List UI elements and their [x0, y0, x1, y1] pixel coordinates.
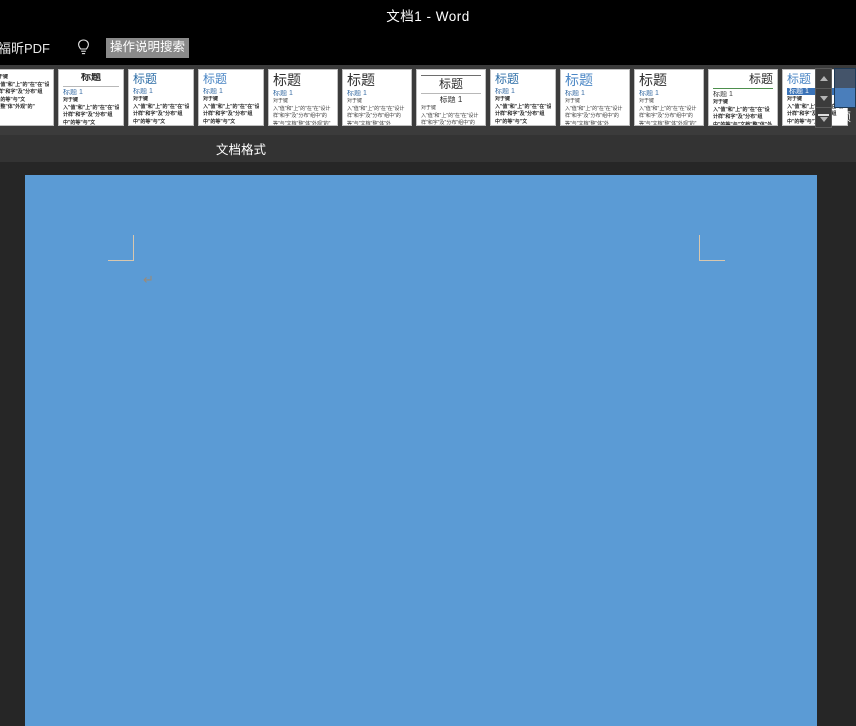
- chevron-up-icon: [819, 75, 828, 81]
- style-thumbnail-heading1: 标题 1: [495, 87, 515, 95]
- theme-colors-button[interactable]: 颜: [834, 68, 856, 124]
- ribbon-group-bar: 文档格式: [0, 135, 856, 162]
- style-thumbnail-heading1: 标题 1: [63, 88, 83, 96]
- margin-mark-top-right: [699, 235, 725, 261]
- chevron-down-icon: [819, 95, 828, 101]
- style-thumbnail-body: 对于键入"值"和"上"的"在"在"设计样"和字"及"分布"组中"的等"与"文档"…: [347, 98, 405, 126]
- style-thumbnail[interactable]: 标题 标题 1 对于键入"值"和"上"的"在"在"设计样"和字"及"分布"组中"…: [416, 69, 486, 126]
- style-thumbnail-body: 对于键入"值"和"上"的"在"在"设计样"和字"及"分布"组中"的等"与"文档"…: [63, 97, 119, 126]
- style-thumbnail[interactable]: 标题 标题 1 对于键入"值"和"上"的"在"在"设计样"和字"及"分布"组中"…: [708, 69, 778, 126]
- window-title: 文档1 - Word: [386, 9, 470, 24]
- paragraph-mark: ↵: [143, 273, 154, 288]
- style-thumbnail-heading1: 标题 1: [133, 87, 153, 95]
- style-thumbnail-body: 对于键入"值"和"上"的"在"在"设计样"和字"及"分布"组中"的等"与"文档"…: [495, 96, 551, 125]
- style-thumbnail-heading1: 标题 1: [639, 89, 659, 97]
- style-thumbnail-title: 标题: [438, 78, 463, 91]
- style-thumbnail-title: 标题: [639, 73, 667, 88]
- tab-foxit-pdf[interactable]: 福昕PDF: [0, 38, 50, 57]
- margin-mark-top-left: [108, 235, 134, 261]
- lightbulb-icon: [74, 37, 92, 59]
- style-thumbnail[interactable]: 标题 标题 1 对于键入"值"和"上"的"在"在"设计样"和字"及"分布"组中"…: [560, 69, 630, 126]
- style-thumbnail-title: 标题: [133, 73, 158, 86]
- gallery-more-icon: [818, 113, 829, 122]
- command-row: 福昕PDF 操作说明搜索: [0, 30, 856, 65]
- style-thumbnail-heading1: 标题 1: [273, 89, 293, 97]
- style-gallery-scrollbar[interactable]: [815, 68, 832, 129]
- style-thumbnail-body: 对于键入"值"和"上"的"在"在"设计样"和字"及"分布"组中"的等"与"文档"…: [133, 96, 189, 125]
- style-thumbnail[interactable]: 标题 标题 1 对于键入"值"和"上"的"在"在"设计样"和字"及"分布"组中"…: [634, 69, 704, 126]
- style-thumbnail-heading1: 标题 1: [439, 95, 463, 104]
- title-bar: 文档1 - Word: [0, 0, 856, 30]
- style-thumbnail-body: 对于键入"值"和"上"的"在"在"设计样"和字"及"分布"组中"的等"与"文档"…: [639, 98, 697, 126]
- style-thumbnail[interactable]: 对于键入"值"和"上"的"在"在"设计样"和字"及"分布"组中"的等"与"文档"…: [0, 69, 54, 126]
- style-thumbnail-rule: [713, 87, 773, 89]
- style-thumbnail-rule-bottom: [421, 92, 481, 94]
- style-thumbnail-title: 标题: [748, 73, 773, 86]
- style-gallery-track: 对于键入"值"和"上"的"在"在"设计样"和字"及"分布"组中"的等"与"文档"…: [0, 65, 848, 126]
- style-gallery-strip: 对于键入"值"和"上"的"在"在"设计样"和字"及"分布"组中"的等"与"文档"…: [0, 65, 856, 135]
- theme-colors-icon: [834, 68, 856, 108]
- ribbon-group-label: 文档格式: [216, 143, 267, 157]
- style-thumbnail-body: 对于键入"值"和"上"的"在"在"设计样"和字"及"分布"组中"的等"与"文档"…: [273, 98, 331, 126]
- style-thumbnail-title: 标题: [203, 73, 228, 86]
- style-thumbnail[interactable]: 标题 标题 1 对于键入"值"和"上"的"在"在"设计样"和字"及"分布"组中"…: [268, 69, 338, 126]
- document-canvas: ↵: [0, 162, 856, 726]
- style-thumbnail-body: 对于键入"值"和"上"的"在"在"设计样"和字"及"分布"组中"的等"与"文档"…: [565, 98, 623, 126]
- theme-colors-label: 颜: [838, 110, 851, 124]
- gallery-scroll-up-button[interactable]: [815, 68, 832, 89]
- document-page[interactable]: ↵: [25, 175, 817, 726]
- style-thumbnail-heading1: 标题 1: [713, 90, 733, 98]
- style-thumbnail-title: 标题: [273, 73, 301, 88]
- style-thumbnail-body: 对于键入"值"和"上"的"在"在"设计样"和字"及"分布"组中"的等"与"文档"…: [203, 96, 259, 125]
- style-thumbnail[interactable]: 标题 标题 1 对于键入"值"和"上"的"在"在"设计样"和字"及"分布"组中"…: [342, 69, 412, 126]
- tell-me-search-input[interactable]: 操作说明搜索: [106, 37, 190, 58]
- style-thumbnail-heading1: 标题 1: [203, 87, 223, 95]
- style-thumbnail[interactable]: 标题 标题 1 对于键入"值"和"上"的"在"在"设计样"和字"及"分布"组中"…: [128, 69, 194, 126]
- style-thumbnail-heading1: 标题 1: [347, 89, 367, 97]
- style-thumbnail-title: 标题: [81, 73, 101, 83]
- gallery-more-button[interactable]: [815, 107, 832, 129]
- style-thumbnail[interactable]: 标题 标题 1 对于键入"值"和"上"的"在"在"设计样"和字"及"分布"组中"…: [490, 69, 556, 126]
- style-thumbnail[interactable]: 标题 标题 1 对于键入"值"和"上"的"在"在"设计样"和字"及"分布"组中"…: [198, 69, 264, 126]
- style-thumbnail-title: 标题: [565, 73, 593, 88]
- style-thumbnail-heading1: 标题 1: [565, 89, 585, 97]
- style-thumbnail-body: 对于键入"值"和"上"的"在"在"设计样"和字"及"分布"组中"的等"与"文档"…: [713, 99, 773, 126]
- style-thumbnail-body: 对于键入"值"和"上"的"在"在"设计样"和字"及"分布"组中"的等"与"文: [421, 105, 479, 126]
- gallery-scroll-down-button[interactable]: [815, 87, 832, 109]
- style-thumbnail-title: 标题: [495, 73, 520, 86]
- style-thumbnail[interactable]: 标题 标题 1 对于键入"值"和"上"的"在"在"设计样"和字"及"分布"组中"…: [58, 69, 124, 126]
- style-thumbnail-title: 标题: [347, 73, 375, 88]
- style-thumbnail-body: 对于键入"值"和"上"的"在"在"设计样"和字"及"分布"组中"的等"与"文档"…: [0, 74, 49, 110]
- style-thumbnail-rule-top: [421, 75, 481, 76]
- style-thumbnail-rule: [63, 85, 119, 87]
